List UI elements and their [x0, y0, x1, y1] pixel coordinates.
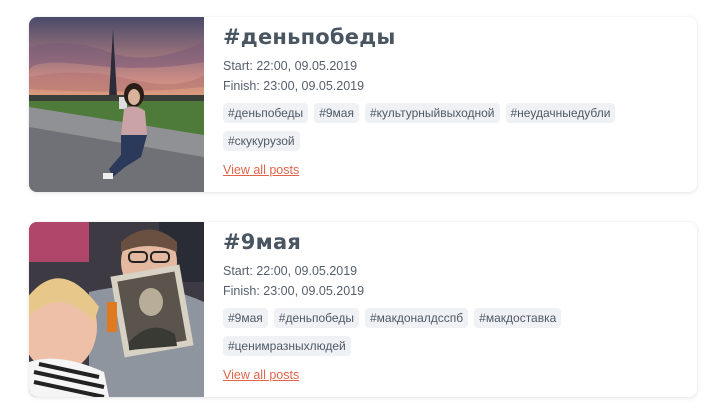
tag-list: #деньпобеды #9мая #культурныйвыходной #н… [223, 103, 653, 151]
hashtag[interactable]: #макдоставка [474, 308, 562, 328]
post-image[interactable] [29, 222, 204, 397]
hashtag[interactable]: #неудачныедубли [505, 103, 616, 123]
hashtag[interactable]: #культурныйвыходной [364, 103, 500, 123]
sunset-photo [29, 17, 204, 192]
tag-list: #9мая #деньпобеды #макдоналдсспб #макдос… [223, 308, 653, 356]
parade-photo [29, 222, 204, 397]
hashtag[interactable]: #ценимразныхлюдей [223, 336, 351, 356]
hashtag[interactable]: #деньпобеды [273, 308, 359, 328]
hashtag[interactable]: #9мая [314, 103, 359, 123]
post-info: #деньпобеды Start: 22:00, 09.05.2019 Fin… [204, 17, 697, 192]
finish-time: Finish: 23:00, 09.05.2019 [223, 79, 365, 93]
hashtag[interactable]: #деньпобеды [223, 103, 309, 123]
start-time: Start: 22:00, 09.05.2019 [223, 264, 358, 278]
post-image[interactable] [29, 17, 204, 192]
view-all-posts-link[interactable]: View all posts [223, 368, 299, 382]
post-card: #деньпобеды Start: 22:00, 09.05.2019 Fin… [29, 17, 697, 192]
post-title: #9мая [223, 230, 302, 254]
start-time: Start: 22:00, 09.05.2019 [223, 59, 358, 73]
view-all-posts-link[interactable]: View all posts [223, 163, 299, 177]
hashtag[interactable]: #скукурузой [223, 131, 300, 151]
hashtag[interactable]: #макдоналдсспб [364, 308, 469, 328]
hashtag[interactable]: #9мая [223, 308, 268, 328]
finish-time: Finish: 23:00, 09.05.2019 [223, 284, 365, 298]
post-title: #деньпобеды [223, 25, 396, 49]
post-card: #9мая Start: 22:00, 09.05.2019 Finish: 2… [29, 222, 697, 397]
post-info: #9мая Start: 22:00, 09.05.2019 Finish: 2… [204, 222, 697, 397]
